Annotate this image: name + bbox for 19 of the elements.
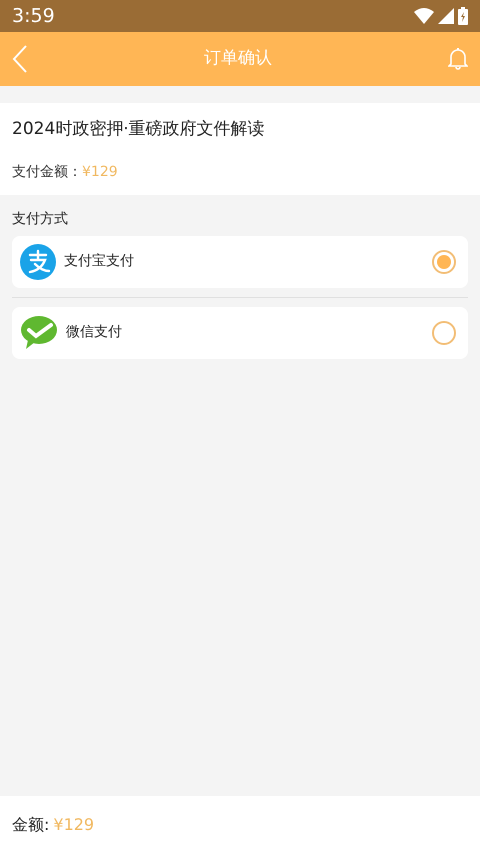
total-label: 金额:: [12, 814, 50, 836]
amount-label: 支付金额：: [12, 164, 82, 180]
back-icon[interactable]: [12, 45, 28, 73]
payment-option[interactable]: 微信支付: [12, 306, 468, 358]
section-heading: 支付方式: [12, 210, 68, 226]
page-title: 订单确认: [204, 47, 272, 70]
status-time: 3:59: [12, 4, 55, 29]
wifi-icon: [414, 8, 434, 24]
signal-icon: [438, 8, 454, 24]
product-title: 2024时政密押·重磅政府文件解读: [12, 118, 266, 141]
wechat-icon: [20, 314, 58, 350]
radio-button[interactable]: [432, 250, 456, 274]
amount-value: ¥129: [82, 164, 118, 180]
radio-button[interactable]: [432, 320, 456, 344]
battery-icon: [458, 7, 468, 25]
total-value: ¥129: [53, 814, 94, 836]
payment-option[interactable]: 支付宝支付: [12, 236, 468, 288]
alipay-icon: [20, 244, 56, 280]
bell-icon[interactable]: [448, 48, 468, 70]
